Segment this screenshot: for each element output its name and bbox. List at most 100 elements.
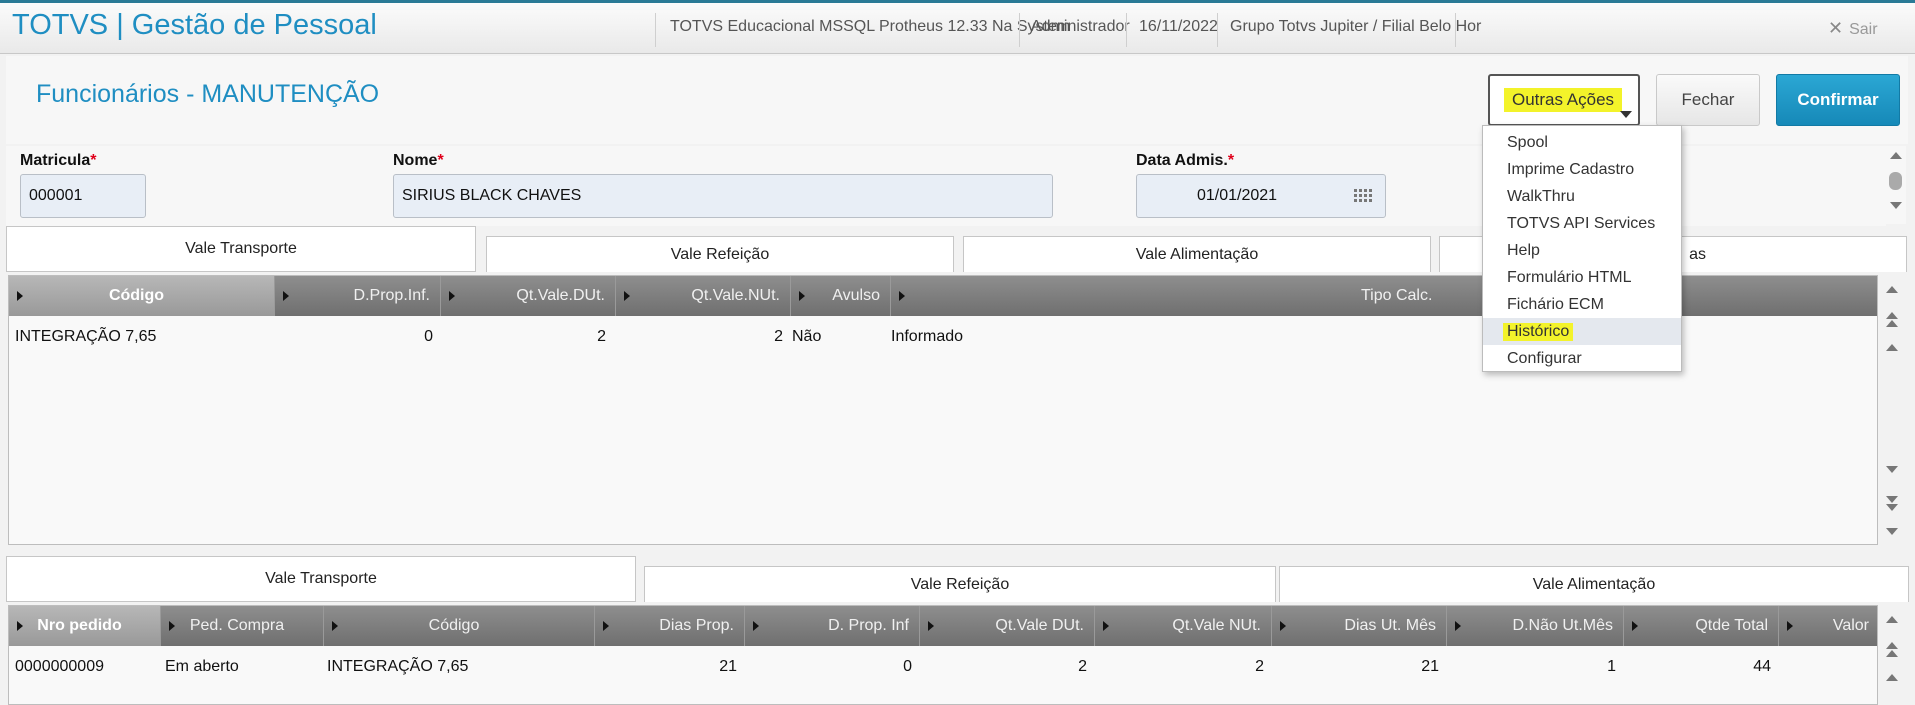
grid-scrollbar[interactable] xyxy=(1879,276,1905,544)
column-arrow-icon xyxy=(1455,621,1461,631)
tab-vale-refeicao-bottom[interactable]: Vale Refeição xyxy=(644,566,1276,602)
column-header[interactable]: Dias Ut. Mês xyxy=(1272,606,1447,646)
grid-header: Nro pedido Ped. Compra Código Dias Prop.… xyxy=(9,606,1877,646)
tab-vale-alimentacao-bottom[interactable]: Vale Alimentação xyxy=(1279,566,1909,602)
column-arrow-icon xyxy=(1787,621,1793,631)
menu-item-imprime-cadastro[interactable]: Imprime Cadastro xyxy=(1483,156,1681,183)
user-label[interactable]: Administrador xyxy=(1031,18,1130,36)
column-header[interactable]: Qt.Vale.DUt. xyxy=(441,276,616,316)
column-arrow-icon xyxy=(1280,621,1286,631)
column-header[interactable]: Ped. Compra xyxy=(161,606,324,646)
data-admis-field[interactable]: 01/01/2021 xyxy=(1136,174,1386,218)
page-up-icon[interactable] xyxy=(1886,320,1898,327)
column-header[interactable]: D.Prop.Inf. xyxy=(275,276,441,316)
column-header[interactable]: Qt.Vale.NUt. xyxy=(616,276,791,316)
nome-field[interactable]: SIRIUS BLACK CHAVES xyxy=(393,174,1053,218)
logout-label: Sair xyxy=(1849,21,1878,38)
column-header[interactable]: Código xyxy=(9,276,275,316)
scroll-top-icon[interactable] xyxy=(1886,616,1898,623)
outras-acoes-button[interactable]: Outras Ações xyxy=(1488,74,1640,126)
close-icon: ✕ xyxy=(1828,18,1844,38)
data-admis-label: Data Admis.* xyxy=(1136,152,1235,169)
tab-vale-alimentacao[interactable]: Vale Alimentação xyxy=(963,236,1431,272)
divider xyxy=(1019,13,1020,47)
environment-label: TOTVS Educacional MSSQL Protheus 12.33 N… xyxy=(670,18,1071,35)
nome-label: Nome* xyxy=(393,152,444,169)
table-cell: INTEGRAÇÃO 7,65 xyxy=(327,658,469,675)
menu-item-totvs-api-services[interactable]: TOTVS API Services xyxy=(1483,210,1681,237)
page-down-icon[interactable] xyxy=(1886,496,1898,503)
menu-item-help[interactable]: Help xyxy=(1483,237,1681,264)
date-label: 16/11/2022 xyxy=(1139,18,1218,35)
company-label[interactable]: Grupo Totvs Jupiter / Filial Belo Hor xyxy=(1230,18,1481,36)
outras-acoes-menu: Spool Imprime Cadastro WalkThru TOTVS AP… xyxy=(1482,125,1682,372)
scroll-down-icon[interactable] xyxy=(1886,466,1898,473)
fechar-button[interactable]: Fechar xyxy=(1656,74,1760,126)
menu-item-historico[interactable]: Histórico xyxy=(1483,318,1681,345)
divider xyxy=(1455,13,1456,47)
grid-scrollbar[interactable] xyxy=(1879,606,1905,704)
table-cell: 2 xyxy=(1078,658,1087,675)
column-header[interactable]: Tipo Calc. xyxy=(891,276,1879,316)
form-scrollbar[interactable] xyxy=(1884,146,1906,224)
matricula-field[interactable]: 000001 xyxy=(20,174,146,218)
column-header[interactable]: Código xyxy=(324,606,595,646)
scroll-up-icon[interactable] xyxy=(1886,674,1898,681)
table-cell: Informado xyxy=(891,328,964,345)
column-header[interactable]: Dias Prop. xyxy=(595,606,745,646)
caret-down-icon xyxy=(1620,111,1632,118)
scroll-down-icon[interactable] xyxy=(1890,202,1902,209)
column-arrow-icon xyxy=(624,291,630,301)
tab-vale-refeicao[interactable]: Vale Refeição xyxy=(486,236,954,272)
bottom-tab-bar: Vale Transporte Vale Refeição Vale Alime… xyxy=(6,556,1909,602)
page-title: Funcionários - MANUTENÇÃO xyxy=(36,80,380,108)
column-arrow-icon xyxy=(283,291,289,301)
logout-button[interactable]: ✕ Sair xyxy=(1828,18,1878,39)
scroll-bottom-icon[interactable] xyxy=(1886,528,1898,535)
page-up-icon[interactable] xyxy=(1886,312,1898,319)
table-cell: 2 xyxy=(774,328,783,345)
column-header[interactable]: D. Prop. Inf xyxy=(745,606,920,646)
menu-item-formulario-html[interactable]: Formulário HTML xyxy=(1483,264,1681,291)
column-arrow-icon xyxy=(1632,621,1638,631)
table-cell: 21 xyxy=(1421,658,1439,675)
calendar-icon[interactable] xyxy=(1353,187,1375,207)
tab-vale-transporte-bottom[interactable]: Vale Transporte xyxy=(6,556,636,602)
tab-vale-transporte[interactable]: Vale Transporte xyxy=(6,226,476,272)
column-arrow-icon xyxy=(449,291,455,301)
table-cell: 0 xyxy=(424,328,433,345)
divider xyxy=(655,13,656,47)
confirmar-button[interactable]: Confirmar xyxy=(1776,74,1900,126)
column-header[interactable]: Qt.Vale NUt. xyxy=(1095,606,1272,646)
column-header[interactable]: Qt.Vale DUt. xyxy=(920,606,1095,646)
scroll-thumb[interactable] xyxy=(1889,172,1902,190)
column-arrow-icon xyxy=(603,621,609,631)
column-header[interactable]: D.Não Ut.Mês xyxy=(1447,606,1624,646)
page-down-icon[interactable] xyxy=(1886,504,1898,511)
bottom-grid: Nro pedido Ped. Compra Código Dias Prop.… xyxy=(8,605,1898,705)
column-header[interactable]: Avulso xyxy=(791,276,891,316)
divider xyxy=(1217,13,1218,47)
column-header[interactable]: Nro pedido xyxy=(9,606,161,646)
menu-item-walkthru[interactable]: WalkThru xyxy=(1483,183,1681,210)
column-header[interactable]: Valor xyxy=(1779,606,1879,646)
table-cell: Em aberto xyxy=(165,658,239,675)
menu-item-spool[interactable]: Spool xyxy=(1483,129,1681,156)
scroll-up-icon[interactable] xyxy=(1890,152,1902,159)
app-title: TOTVS | Gestão de Pessoal xyxy=(12,9,377,41)
menu-item-label: Histórico xyxy=(1503,322,1574,341)
table-cell: 0 xyxy=(903,658,912,675)
column-arrow-icon xyxy=(899,291,905,301)
column-arrow-icon xyxy=(332,621,338,631)
page-up-icon[interactable] xyxy=(1886,642,1898,649)
column-arrow-icon xyxy=(799,291,805,301)
scroll-top-icon[interactable] xyxy=(1886,286,1898,293)
table-cell: 1 xyxy=(1607,658,1616,675)
column-header[interactable]: Qtde Total xyxy=(1624,606,1779,646)
menu-item-configurar[interactable]: Configurar xyxy=(1483,345,1681,372)
table-cell: 0000000009 xyxy=(15,658,104,675)
menu-item-fichario-ecm[interactable]: Fichário ECM xyxy=(1483,291,1681,318)
matricula-label: Matricula* xyxy=(20,152,97,169)
scroll-up-icon[interactable] xyxy=(1886,344,1898,351)
page-up-icon[interactable] xyxy=(1886,650,1898,657)
